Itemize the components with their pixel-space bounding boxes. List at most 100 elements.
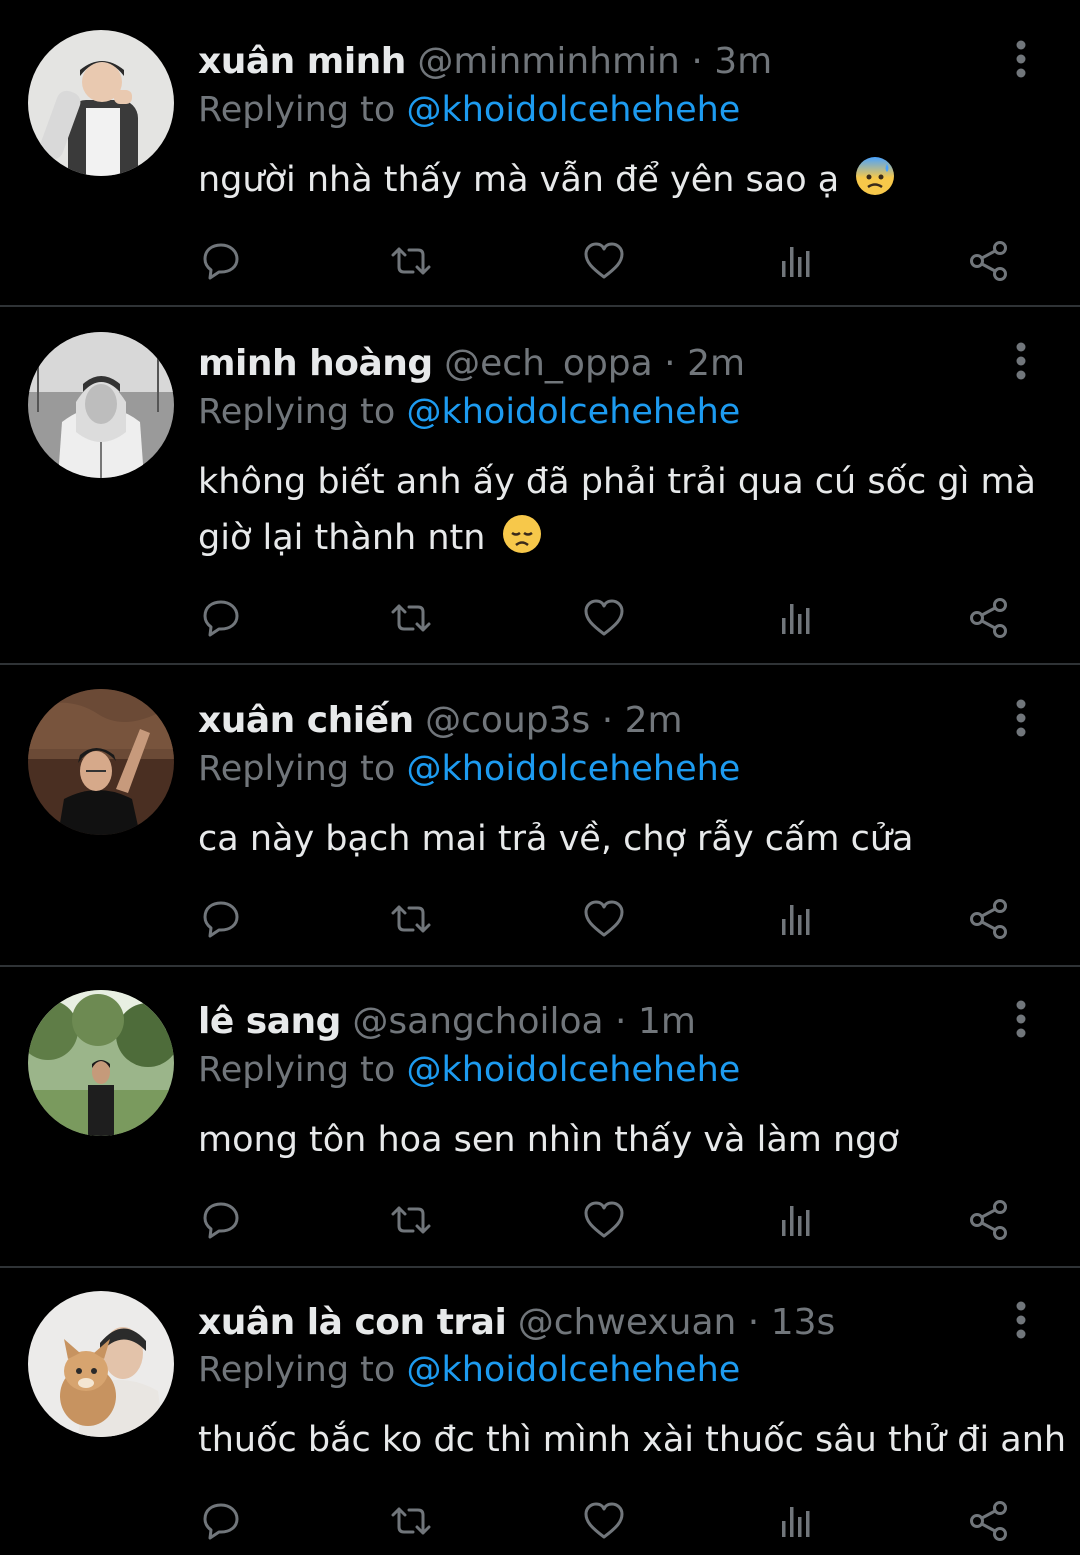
reply-tweet[interactable]: xuân chiến @coup3s · 2m Replying to @kho…: [0, 665, 1080, 965]
tweet-text-block: không biết anh ấy đã phải trải qua cú số…: [198, 454, 1048, 566]
user-handle[interactable]: @ech_oppa: [444, 343, 653, 384]
reply-button[interactable]: [190, 894, 252, 944]
like-button[interactable]: [573, 894, 635, 944]
views-button[interactable]: [765, 894, 827, 944]
replying-to-label: Replying to: [198, 749, 396, 789]
retweet-button[interactable]: [380, 236, 442, 286]
share-button[interactable]: [958, 593, 1020, 643]
more-options-button[interactable]: [1004, 340, 1038, 386]
display-name[interactable]: lê sang: [198, 1001, 341, 1042]
retweet-button[interactable]: [380, 1195, 442, 1245]
retweet-button[interactable]: [380, 894, 442, 944]
user-handle[interactable]: @minminhmin: [417, 41, 679, 82]
like-icon: [584, 900, 624, 937]
more-options-button[interactable]: [1004, 1299, 1038, 1345]
retweet-button[interactable]: [380, 1496, 442, 1546]
tweet-text: người nhà thấy mà vẫn để yên sao ạ: [198, 160, 840, 200]
tweet-text: không biết anh ấy đã phải trải qua cú số…: [198, 462, 1036, 558]
avatar[interactable]: [28, 332, 174, 478]
retweet-button[interactable]: [380, 593, 442, 643]
replying-to-label: Replying to: [198, 1350, 396, 1390]
like-button[interactable]: [573, 593, 635, 643]
replying-to-label: Replying to: [198, 392, 396, 432]
action-bar: [190, 236, 1030, 286]
views-icon: [782, 604, 810, 634]
more-icon: [1016, 699, 1026, 737]
share-button[interactable]: [958, 1195, 1020, 1245]
reply-button[interactable]: [190, 236, 252, 286]
action-bar: [190, 593, 1030, 643]
user-handle[interactable]: @chwexuan: [518, 1302, 737, 1343]
reply-target-link[interactable]: @khoidolcehehehe: [406, 90, 740, 130]
views-button[interactable]: [765, 1195, 827, 1245]
share-button[interactable]: [958, 236, 1020, 286]
tweet-text-block: mong tôn hoa sen nhìn thấy và làm ngơ: [198, 1112, 1048, 1168]
more-icon: [1016, 1000, 1026, 1038]
views-button[interactable]: [765, 593, 827, 643]
replying-to-line: Replying to @khoidolcehehehe: [198, 746, 740, 792]
views-button[interactable]: [765, 236, 827, 286]
share-button[interactable]: [958, 1496, 1020, 1546]
avatar[interactable]: [28, 990, 174, 1136]
timestamp[interactable]: 1m: [638, 1001, 696, 1042]
reply-target-link[interactable]: @khoidolcehehehe: [406, 392, 740, 432]
replying-to-line: Replying to @khoidolcehehehe: [198, 389, 740, 435]
reply-tweet[interactable]: minh hoàng @ech_oppa · 2m Replying to @k…: [0, 307, 1080, 663]
avatar[interactable]: [28, 1291, 174, 1437]
more-options-button[interactable]: [1004, 697, 1038, 743]
like-icon: [584, 1201, 624, 1238]
reply-icon: [203, 1202, 239, 1239]
views-button[interactable]: [765, 1496, 827, 1546]
reply-target-link[interactable]: @khoidolcehehehe: [406, 749, 740, 789]
tweet-text: thuốc bắc ko đc thì mình xài thuốc sâu t…: [198, 1420, 1067, 1460]
reply-icon: [203, 600, 239, 637]
separator-dot: ·: [601, 700, 614, 741]
timestamp[interactable]: 3m: [714, 41, 772, 82]
reply-icon: [203, 243, 239, 280]
like-button[interactable]: [573, 236, 635, 286]
more-icon: [1016, 342, 1026, 380]
retweet-icon: [391, 1206, 431, 1234]
reply-button[interactable]: [190, 1195, 252, 1245]
user-handle[interactable]: @coup3s: [425, 700, 590, 741]
retweet-icon: [391, 1507, 431, 1535]
replying-to-line: Replying to @khoidolcehehehe: [198, 1347, 740, 1393]
reply-tweet[interactable]: xuân là con trai @chwexuan · 13s Replyin…: [0, 1268, 1080, 1555]
display-name[interactable]: xuân chiến: [198, 700, 414, 741]
display-name[interactable]: xuân là con trai: [198, 1302, 507, 1343]
retweet-icon: [391, 247, 431, 275]
action-bar: [190, 1496, 1030, 1546]
share-button[interactable]: [958, 894, 1020, 944]
tweet-header: xuân là con trai @chwexuan · 13s: [198, 1298, 835, 1348]
more-options-button[interactable]: [1004, 998, 1038, 1044]
views-icon: [782, 247, 810, 277]
anxious-face-emoji-icon: [854, 155, 896, 197]
like-button[interactable]: [573, 1195, 635, 1245]
user-handle[interactable]: @sangchoiloa: [352, 1001, 603, 1042]
replying-to-line: Replying to @khoidolcehehehe: [198, 1047, 740, 1093]
reply-button[interactable]: [190, 593, 252, 643]
timestamp[interactable]: 2m: [687, 343, 745, 384]
replying-to-label: Replying to: [198, 1050, 396, 1090]
replying-to-line: Replying to @khoidolcehehehe: [198, 87, 740, 133]
tweet-header: lê sang @sangchoiloa · 1m: [198, 997, 696, 1047]
more-options-button[interactable]: [1004, 38, 1038, 84]
reply-target-link[interactable]: @khoidolcehehehe: [406, 1350, 740, 1390]
display-name[interactable]: xuân minh: [198, 41, 406, 82]
share-icon: [970, 598, 1007, 638]
more-icon: [1016, 40, 1026, 78]
reply-icon: [203, 901, 239, 938]
avatar[interactable]: [28, 30, 174, 176]
timestamp[interactable]: 2m: [625, 700, 683, 741]
timestamp[interactable]: 13s: [771, 1302, 836, 1343]
reply-tweet[interactable]: xuân minh @minminhmin · 3m Replying to @…: [0, 0, 1080, 306]
like-icon: [584, 1502, 624, 1539]
avatar[interactable]: [28, 689, 174, 835]
like-button[interactable]: [573, 1496, 635, 1546]
reply-tweet[interactable]: lê sang @sangchoiloa · 1m Replying to @k…: [0, 967, 1080, 1267]
reply-target-link[interactable]: @khoidolcehehehe: [406, 1050, 740, 1090]
tweet-text-block: thuốc bắc ko đc thì mình xài thuốc sâu t…: [198, 1412, 1068, 1468]
reply-button[interactable]: [190, 1496, 252, 1546]
retweet-icon: [391, 604, 431, 632]
display-name[interactable]: minh hoàng: [198, 343, 433, 384]
